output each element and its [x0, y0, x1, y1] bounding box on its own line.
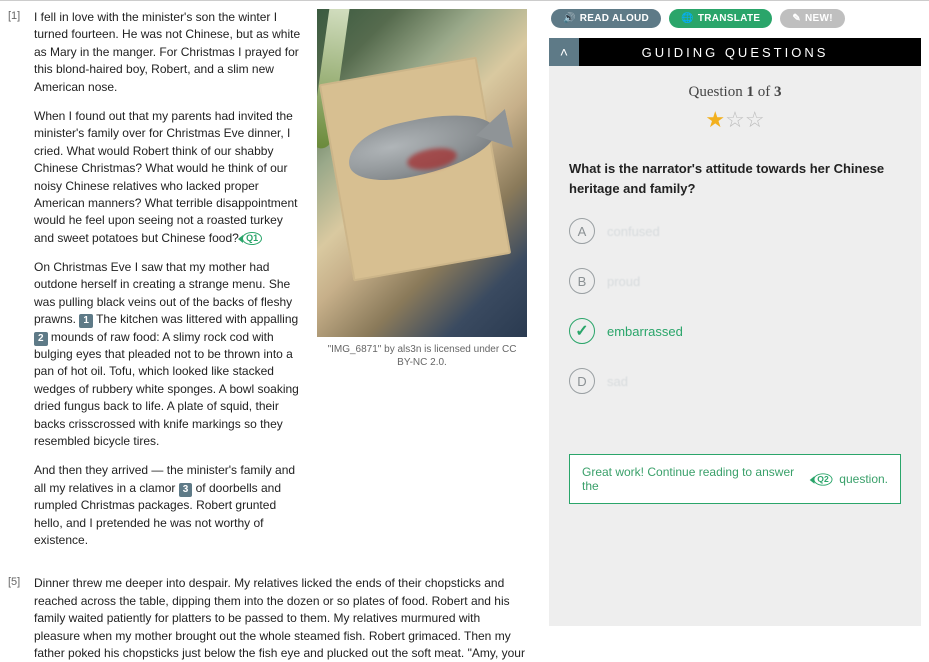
answer-option-a[interactable]: A confused	[569, 218, 901, 244]
panel-title: GUIDING QUESTIONS	[549, 45, 921, 60]
option-label: sad	[607, 374, 628, 389]
question-panel: 🔊 READ ALOUD 🌐 TRANSLATE ✎ NEW! ˄ GUIDIN…	[545, 1, 929, 661]
reading-pane: "IMG_6871" by als3n is licensed under CC…	[0, 1, 545, 661]
option-label: embarrassed	[607, 324, 683, 339]
pencil-icon: ✎	[792, 13, 801, 24]
star-icon: ☆	[725, 107, 745, 132]
answer-option-b[interactable]: B proud	[569, 268, 901, 294]
new-button[interactable]: ✎ NEW!	[780, 9, 845, 28]
story-image	[317, 9, 527, 337]
button-label: TRANSLATE	[698, 13, 761, 24]
question-anchor-q2[interactable]: Q2	[814, 473, 833, 485]
paragraph-text: Dinner threw me deeper into despair. My …	[34, 575, 527, 661]
paragraph-text: I fell in love with the minister's son t…	[34, 9, 303, 96]
chevron-up-icon: ˄	[560, 44, 568, 60]
button-label: READ ALOUD	[580, 13, 649, 24]
question-text: What is the narrator's attitude towards …	[569, 159, 901, 198]
feedback-banner: Great work! Continue reading to answer t…	[569, 454, 901, 504]
question-anchor-q1[interactable]: Q1	[242, 232, 262, 245]
figure: "IMG_6871" by als3n is licensed under CC…	[317, 9, 527, 375]
difficulty-stars: ★☆☆	[569, 107, 901, 133]
speaker-icon: 🔊	[563, 13, 576, 24]
paragraph-text: When I found out that my parents had inv…	[34, 108, 303, 247]
translate-button[interactable]: 🌐 TRANSLATE	[669, 9, 772, 28]
read-aloud-button[interactable]: 🔊 READ ALOUD	[551, 9, 661, 28]
image-caption: "IMG_6871" by als3n is licensed under CC…	[317, 337, 527, 375]
answer-option-c[interactable]: ✓ embarrassed	[569, 318, 901, 344]
check-icon: ✓	[569, 318, 595, 344]
paragraph-text: On Christmas Eve I saw that my mother ha…	[34, 259, 303, 450]
star-icon: ☆	[745, 107, 765, 132]
guiding-questions-header: ˄ GUIDING QUESTIONS	[549, 38, 921, 66]
star-icon: ★	[705, 107, 725, 132]
footnote-ref[interactable]: 1	[79, 314, 93, 328]
question-counter: Question 1 of 3	[569, 84, 901, 101]
para-number: [1]	[8, 9, 34, 561]
collapse-toggle[interactable]: ˄	[549, 38, 579, 66]
option-letter: A	[569, 218, 595, 244]
answer-option-d[interactable]: D sad	[569, 368, 901, 394]
footnote-ref[interactable]: 3	[179, 483, 193, 497]
option-letter: D	[569, 368, 595, 394]
option-label: confused	[607, 224, 660, 239]
footnote-ref[interactable]: 2	[34, 332, 48, 346]
para-number: [5]	[8, 575, 34, 661]
option-label: proud	[607, 274, 640, 289]
button-label: NEW!	[805, 13, 833, 24]
option-letter: B	[569, 268, 595, 294]
globe-icon: 🌐	[681, 13, 694, 24]
paragraph-text: And then they arrived — the minister's f…	[34, 462, 303, 549]
